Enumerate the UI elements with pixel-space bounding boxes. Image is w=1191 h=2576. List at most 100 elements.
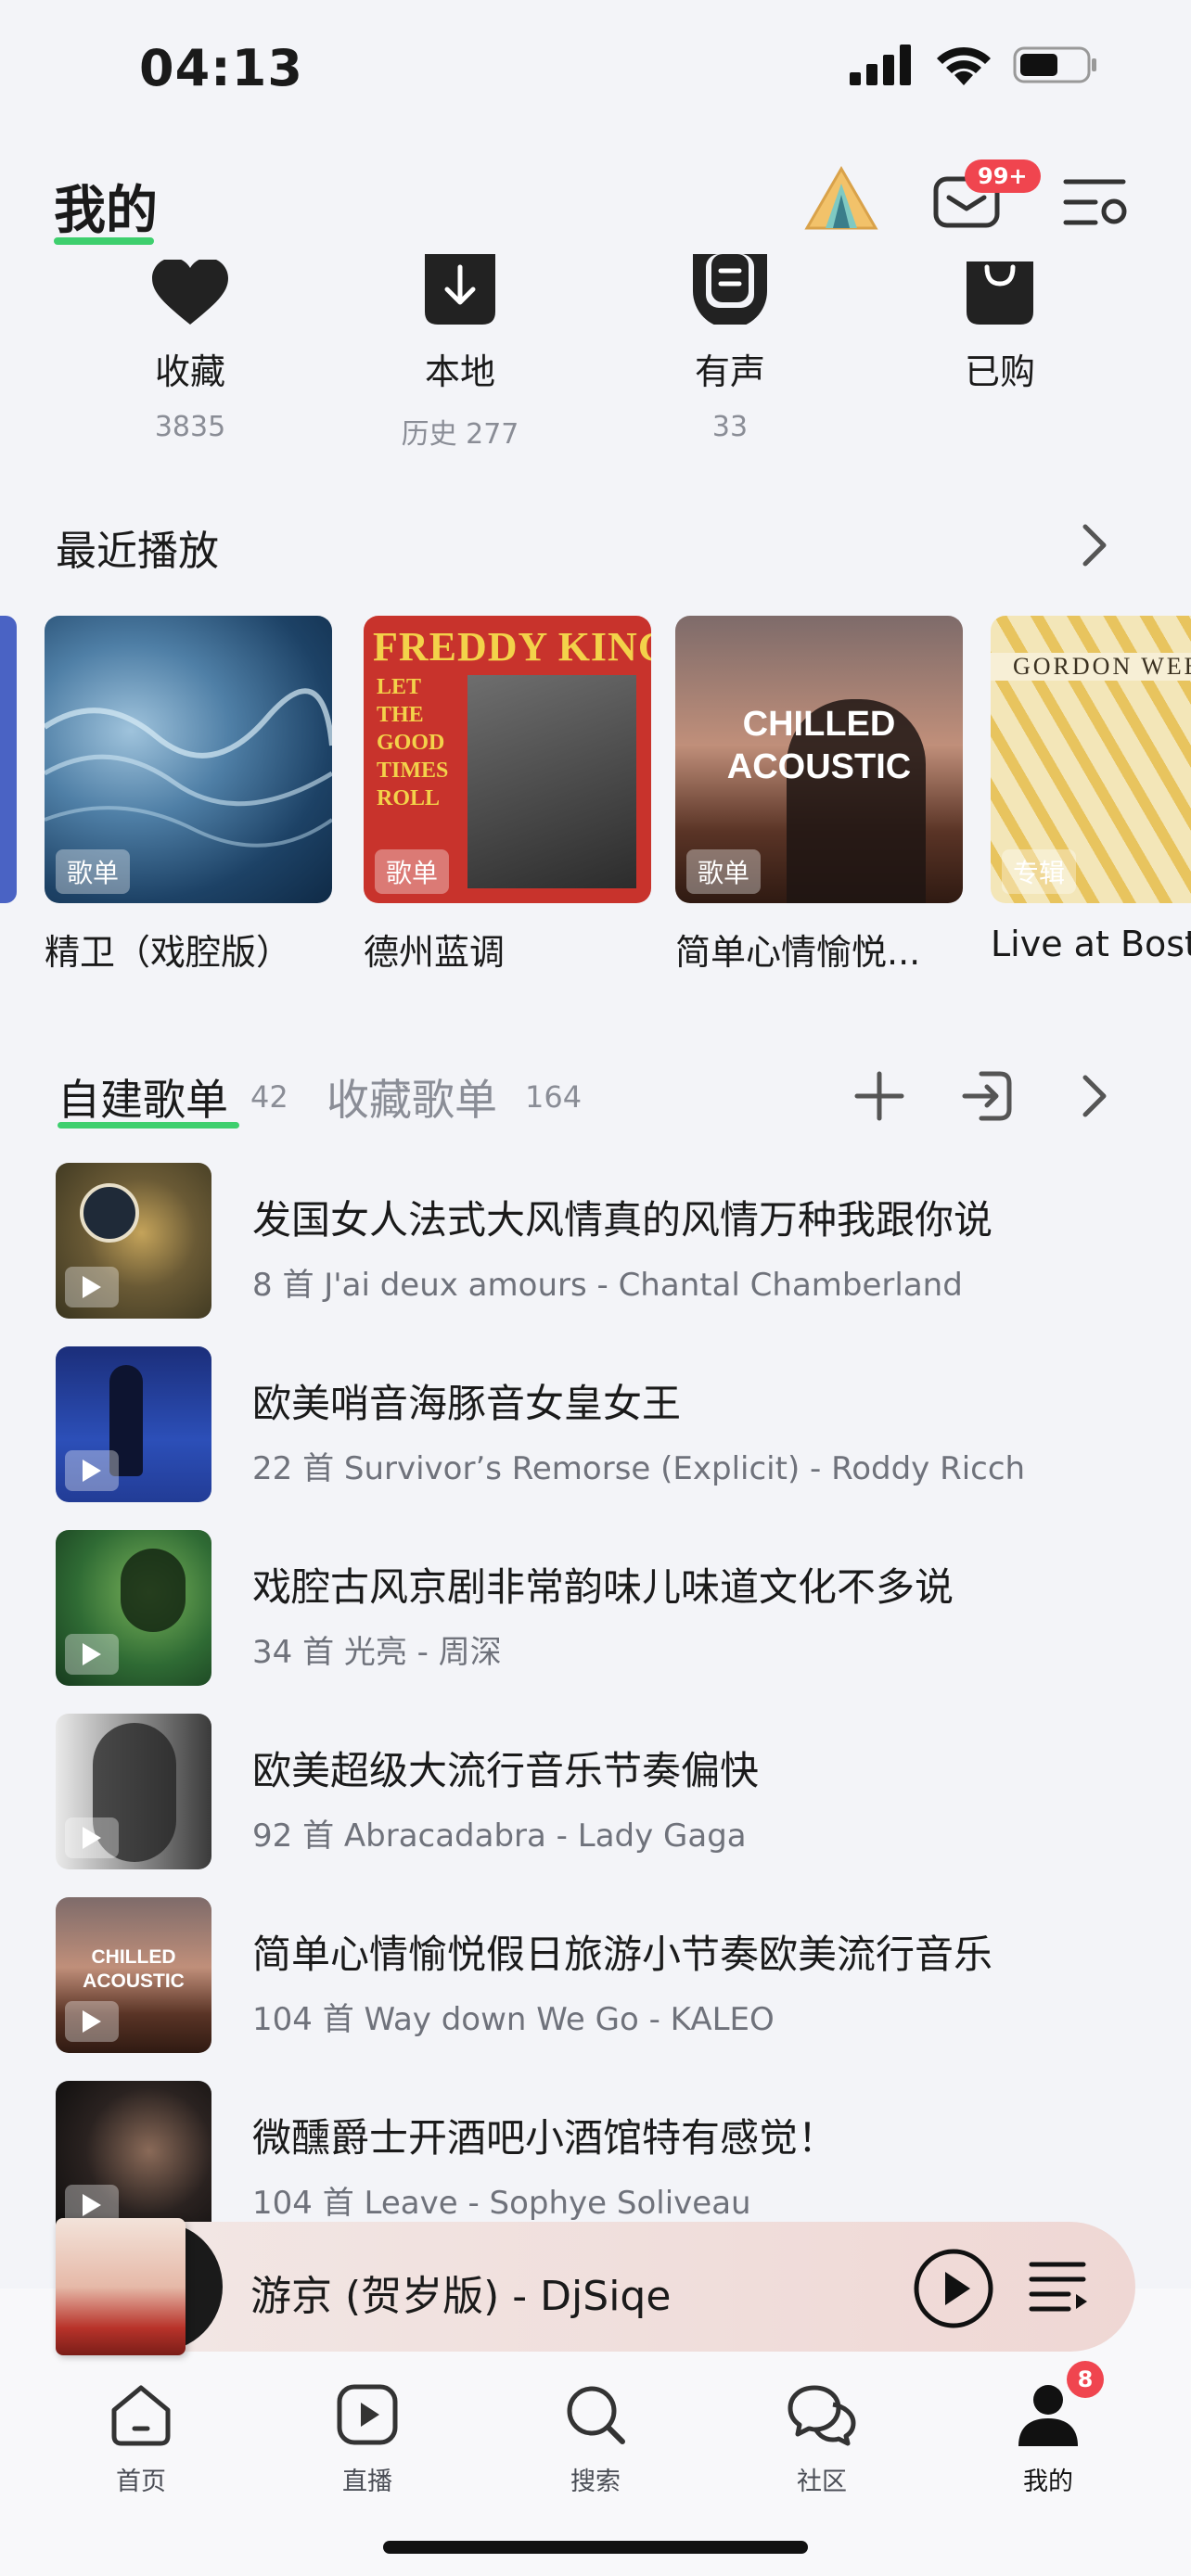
download-icon bbox=[425, 254, 495, 325]
recent-name: 德州蓝调 bbox=[364, 932, 506, 973]
playlist-subtitle: 34 首 光亮 - 周深 bbox=[252, 1634, 502, 1671]
recent-type-tag: 歌单 bbox=[56, 849, 131, 894]
community-icon bbox=[788, 2385, 856, 2446]
tab-active-underline bbox=[58, 1122, 239, 1129]
playlist-row[interactable]: 微醺爵士开酒吧小酒馆特有感觉！ 104 首 Leave - Sophye Sol… bbox=[56, 2081, 1150, 2238]
recent-name: 精卫（戏腔版） bbox=[45, 932, 292, 973]
tab-created-count: 42 bbox=[250, 1079, 288, 1115]
playlist-cover bbox=[56, 1530, 211, 1686]
recent-card-partial[interactable] bbox=[0, 616, 17, 903]
tab-community[interactable]: 社区 bbox=[748, 2378, 896, 2497]
quick-action-label: 收藏 bbox=[154, 351, 225, 392]
quick-action-favorites[interactable]: 收藏 3835 bbox=[88, 250, 292, 444]
playlist-row[interactable]: 欧美哨音海豚音女皇女王 22 首 Survivor’s Remorse (Exp… bbox=[56, 1346, 1150, 1504]
recent-type-tag: 歌单 bbox=[375, 849, 450, 894]
quick-action-audiobook[interactable]: 有声 33 bbox=[628, 250, 832, 444]
title-underline bbox=[54, 237, 154, 245]
playlist-cover bbox=[56, 2081, 211, 2237]
playlist-queue-icon[interactable] bbox=[1028, 2259, 1089, 2315]
wifi-icon bbox=[937, 46, 991, 85]
cover-photo bbox=[467, 675, 636, 888]
playlist-row[interactable]: 发国女人法式大风情真的风情万种我跟你说 8 首 J'ai deux amours… bbox=[56, 1163, 1150, 1320]
tab-live[interactable]: 直播 bbox=[293, 2378, 442, 2497]
tab-search[interactable]: 搜索 bbox=[521, 2378, 670, 2497]
tab-label: 直播 bbox=[342, 2468, 392, 2496]
quick-action-count: 历史 277 bbox=[401, 418, 519, 451]
import-icon[interactable] bbox=[961, 1070, 1013, 1122]
quick-action-count: 3835 bbox=[154, 411, 226, 443]
playlist-row[interactable]: CHILLED ACOUSTIC 简单心情愉悦假日旅游小节奏欧美流行音乐 104… bbox=[56, 1897, 1150, 2055]
quick-action-count bbox=[898, 411, 1102, 444]
cover-title-text: CHILLED ACOUSTIC bbox=[83, 1946, 185, 1992]
status-icons bbox=[850, 45, 1098, 85]
recent-card[interactable]: FREDDY KING LET THE GOOD TIMES ROLL 歌单 德… bbox=[364, 616, 651, 975]
tab-label: 我的 bbox=[1023, 2468, 1073, 2496]
tab-collected-playlists[interactable]: 收藏歌单 bbox=[327, 1066, 497, 1128]
playlist-title: 简单心情愉悦假日旅游小节奏欧美流行音乐 bbox=[252, 1932, 993, 1977]
settings-list-icon[interactable] bbox=[1062, 176, 1129, 228]
quick-action-label: 本地 bbox=[424, 351, 495, 392]
recent-cover: CHILLED ACOUSTIC 歌单 bbox=[675, 616, 963, 903]
playlist-subtitle: 104 首 Way down We Go - KALEO bbox=[252, 2001, 775, 2038]
tab-home[interactable]: 首页 bbox=[67, 2378, 215, 2497]
tab-profile[interactable]: 我的 bbox=[974, 2378, 1122, 2497]
tab-created-playlists[interactable]: 自建歌单 bbox=[58, 1066, 228, 1128]
playlist-cover: CHILLED ACOUSTIC bbox=[56, 1897, 211, 2053]
cover-title-text: FREDDY KING bbox=[373, 624, 651, 670]
quick-action-local[interactable]: 本地 历史 277 bbox=[358, 250, 562, 451]
recent-card[interactable]: CHILLED ACOUSTIC 歌单 简单心情愉悦... bbox=[675, 616, 963, 975]
recent-name: 简单心情愉悦... bbox=[675, 932, 921, 973]
play-icon[interactable] bbox=[65, 1450, 119, 1491]
play-circle-icon[interactable] bbox=[913, 2248, 994, 2329]
playlist-row[interactable]: 欧美超级大流行音乐节奏偏快 92 首 Abracadabra - Lady Ga… bbox=[56, 1714, 1150, 1871]
tab-label: 首页 bbox=[116, 2468, 166, 2496]
play-icon[interactable] bbox=[65, 1267, 119, 1307]
search-icon bbox=[567, 2386, 625, 2444]
recent-cover: GORDON WEB 专辑 bbox=[991, 616, 1191, 903]
chevron-right-icon[interactable] bbox=[1076, 1072, 1113, 1120]
playlist-title: 戏腔古风京剧非常韵味儿味道文化不多说 bbox=[252, 1564, 954, 1610]
recent-card[interactable]: 歌单 精卫（戏腔版） bbox=[45, 616, 332, 975]
recent-type-tag: 歌单 bbox=[686, 849, 762, 894]
tab-label: 搜索 bbox=[570, 2468, 621, 2496]
play-icon[interactable] bbox=[65, 1634, 119, 1675]
play-icon[interactable] bbox=[65, 2001, 119, 2042]
playlist-cover bbox=[56, 1714, 211, 1869]
playlist-title: 欧美超级大流行音乐节奏偏快 bbox=[252, 1748, 760, 1793]
play-icon[interactable] bbox=[65, 1817, 119, 1858]
recent-card[interactable]: GORDON WEB 专辑 Live at Bost bbox=[991, 616, 1191, 964]
mini-player-cover[interactable] bbox=[56, 2218, 223, 2355]
playlist-subtitle: 92 首 Abracadabra - Lady Gaga bbox=[252, 1817, 747, 1855]
cover-subtitle-text: LET THE GOOD TIMES ROLL bbox=[377, 675, 449, 810]
audiobook-icon bbox=[693, 254, 767, 325]
playlist-cover bbox=[56, 1163, 211, 1319]
home-indicator bbox=[383, 2541, 808, 2554]
playlist-row[interactable]: 戏腔古风京剧非常韵味儿味道文化不多说 34 首 光亮 - 周深 bbox=[56, 1530, 1150, 1688]
cellular-signal-icon bbox=[850, 45, 911, 85]
mini-player-title: 游京 (贺岁版) - DjSiqe bbox=[250, 2273, 672, 2320]
quick-action-purchased[interactable]: 已购 bbox=[898, 250, 1102, 444]
bag-icon bbox=[967, 261, 1033, 325]
tab-collected-count: 164 bbox=[525, 1079, 583, 1115]
playlist-subtitle: 22 首 Survivor’s Remorse (Explicit) - Rod… bbox=[252, 1450, 1026, 1487]
battery-icon bbox=[1013, 46, 1096, 83]
cover-title-text: CHILLED ACOUSTIC bbox=[726, 705, 912, 786]
home-icon bbox=[111, 2385, 171, 2446]
recent-type-tag: 专辑 bbox=[1002, 849, 1077, 894]
mail-badge: 99+ bbox=[965, 159, 1041, 193]
add-icon[interactable] bbox=[853, 1070, 905, 1122]
quick-action-label: 已购 bbox=[964, 351, 1035, 392]
recent-cover: FREDDY KING LET THE GOOD TIMES ROLL 歌单 bbox=[364, 616, 651, 903]
recent-name: Live at Bost bbox=[991, 924, 1191, 964]
status-time: 04:13 bbox=[139, 39, 303, 97]
playlist-subtitle: 104 首 Leave - Sophye Soliveau bbox=[252, 2185, 751, 2222]
chevron-right-icon[interactable] bbox=[1076, 521, 1113, 569]
quick-action-label: 有声 bbox=[694, 351, 765, 392]
vip-tent-icon[interactable] bbox=[803, 165, 879, 232]
quick-action-count: 33 bbox=[711, 411, 749, 443]
playlist-title: 微醺爵士开酒吧小酒馆特有感觉！ bbox=[252, 2115, 838, 2161]
profile-badge: 8 bbox=[1067, 2361, 1104, 2398]
live-icon bbox=[337, 2384, 398, 2445]
playlist-title: 欧美哨音海豚音女皇女王 bbox=[252, 1381, 682, 1426]
recent-cover: 歌单 bbox=[45, 616, 332, 903]
